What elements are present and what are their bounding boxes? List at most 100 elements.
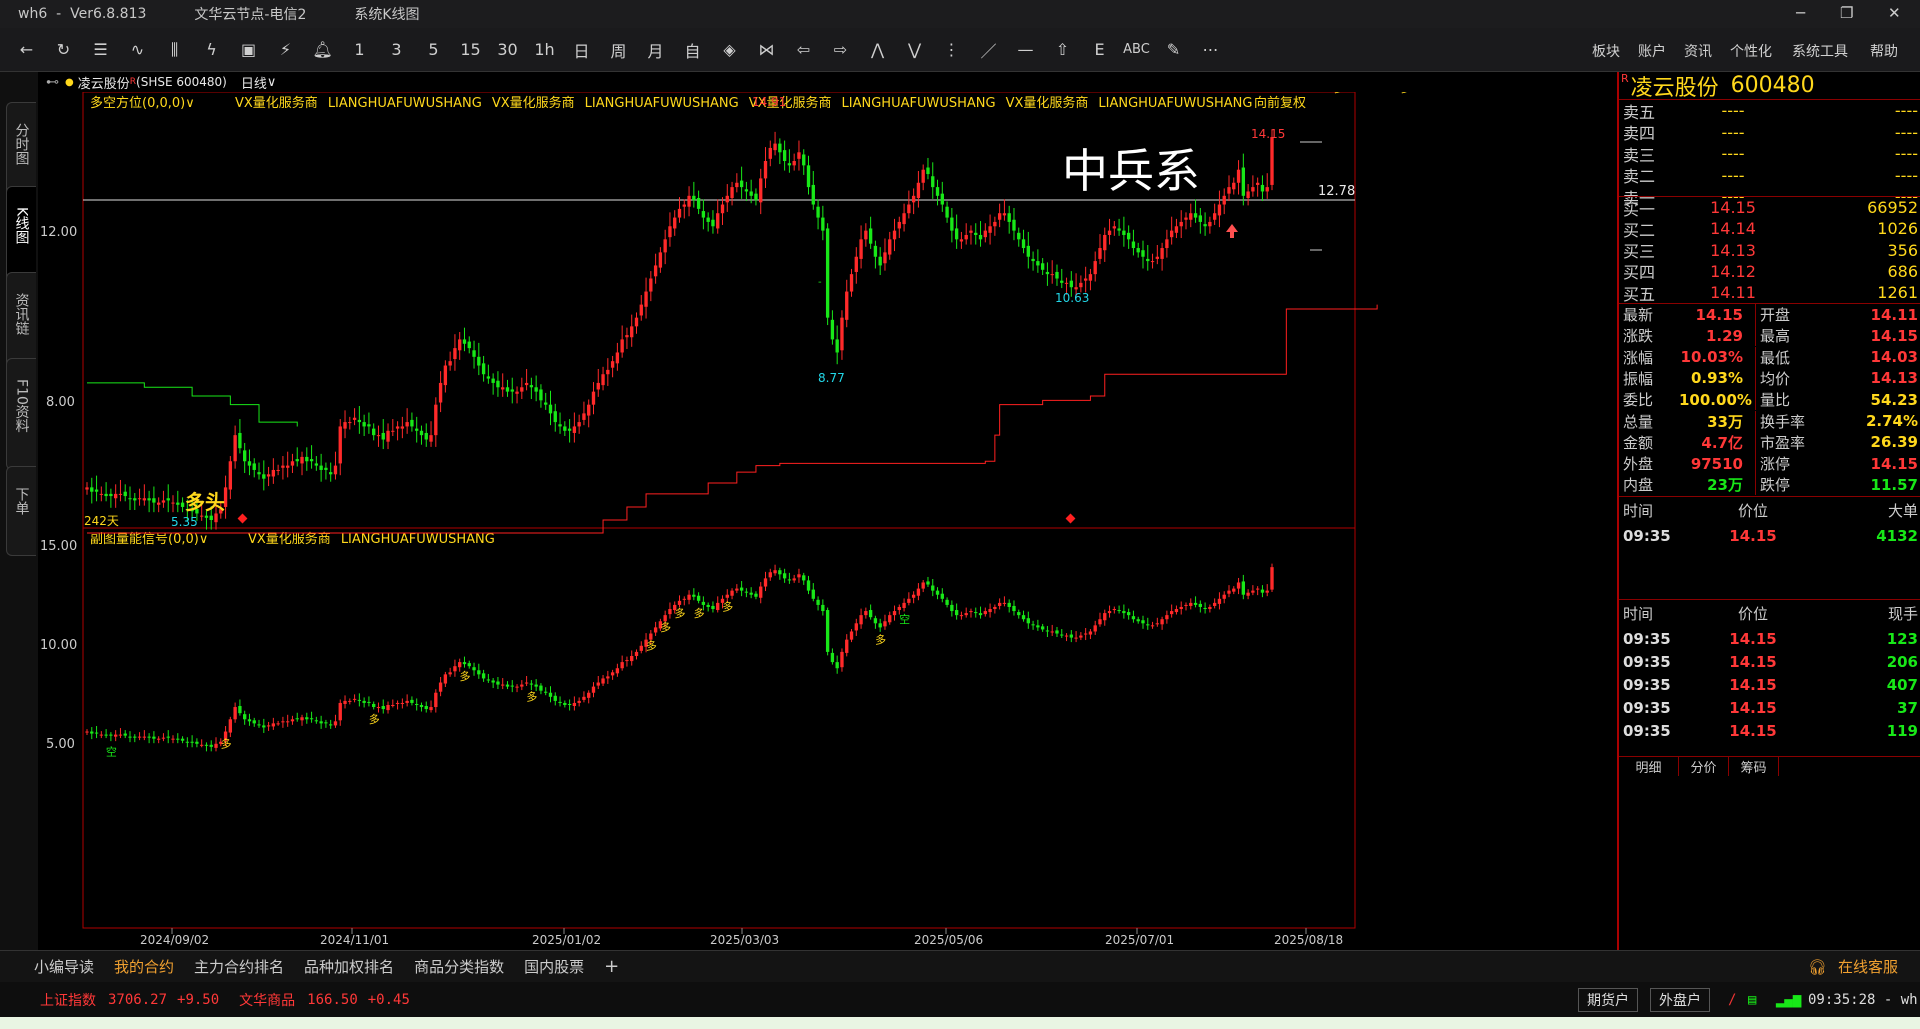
tool-0[interactable]: ◈ <box>711 40 748 59</box>
x-tick-label: 2025/03/03 <box>710 933 779 947</box>
tab-main-contract-rank[interactable]: 主力合约排名 <box>190 956 288 977</box>
tool-9[interactable]: ⇧ <box>1044 40 1081 59</box>
tick-chart-icon[interactable]: ϟ <box>193 40 230 59</box>
candle-body <box>997 213 1002 220</box>
table-row[interactable]: 09:35 14.15 119 <box>1623 718 1918 744</box>
tool-13[interactable]: ⋯ <box>1192 40 1229 59</box>
period-1[interactable]: 1 <box>341 40 378 59</box>
online-service-link[interactable]: 在线客服 <box>1838 956 1898 977</box>
flash-icon[interactable]: ⚡ <box>267 40 304 59</box>
tool-10[interactable]: E <box>1081 40 1118 59</box>
period-selector[interactable]: 日线 <box>241 73 267 92</box>
period-30[interactable]: 30 <box>489 40 526 59</box>
stat-label: 外盘 <box>1623 455 1654 474</box>
sub-candle-body <box>988 609 992 613</box>
grip-icon[interactable]: ⊷ <box>46 75 59 90</box>
tab-order[interactable]: 下单 <box>6 466 36 556</box>
ask-row[interactable]: 卖三 ---- ---- <box>1623 143 1918 165</box>
list-icon[interactable]: ☰ <box>82 40 119 59</box>
slash-icon: / <box>1728 991 1737 1008</box>
tool-1[interactable]: ⋈ <box>748 40 785 59</box>
tab-commodity-index[interactable]: 商品分类指数 <box>410 956 508 977</box>
sub-candle-body <box>1064 635 1069 637</box>
tab-price-dist[interactable]: 分价 <box>1679 757 1729 776</box>
candle-body <box>1064 282 1069 284</box>
foreign-account-button[interactable]: 外盘户 <box>1650 988 1710 1012</box>
bid-row[interactable]: 买三 14.13 356 <box>1623 240 1918 262</box>
sub-candle-body <box>362 700 366 703</box>
period-week[interactable]: 周 <box>600 38 637 62</box>
index1-name[interactable]: 上证指数 <box>40 990 96 1010</box>
tool-3[interactable]: ⇨ <box>822 40 859 59</box>
kline-chart[interactable]: 多空方位(0,0,0)∨ VX量化服务商 LIANGHUAFUWUSHANG VX量… <box>40 92 1617 950</box>
back-arrow-icon[interactable]: ← <box>8 40 45 59</box>
sub-candle-body <box>410 699 414 703</box>
bell-icon[interactable]: 🔔︎ <box>304 40 341 59</box>
candle-body <box>534 387 538 392</box>
tab-f10[interactable]: F10资料 <box>6 358 36 470</box>
bar-chart-icon[interactable]: ⫼ <box>156 40 193 60</box>
period-1h[interactable]: 1h <box>526 40 563 59</box>
terminal-icon[interactable]: ▤ <box>1748 992 1756 1008</box>
ask-row[interactable]: 卖四 ---- ---- <box>1623 122 1918 144</box>
tool-11[interactable]: ABC <box>1118 42 1155 57</box>
ask-row[interactable]: 卖五 ---- ---- <box>1623 100 1918 122</box>
sub-candle-body <box>333 721 338 726</box>
menu-account[interactable]: 账户 <box>1638 41 1666 61</box>
period-day[interactable]: 日 <box>563 38 600 62</box>
period-custom[interactable]: 自 <box>674 38 711 62</box>
period-5[interactable]: 5 <box>415 40 452 59</box>
menu-personalize[interactable]: 个性化 <box>1730 41 1772 61</box>
menu-system-tools[interactable]: 系统工具 <box>1792 41 1848 61</box>
restore-button[interactable]: ❐ <box>1840 4 1853 22</box>
tool-12[interactable]: ✎ <box>1155 40 1192 59</box>
menu-help[interactable]: 帮助 <box>1870 41 1898 61</box>
candle-body <box>768 147 772 159</box>
period-15[interactable]: 15 <box>452 40 489 59</box>
tab-news-chain[interactable]: 资讯链 <box>6 272 36 368</box>
menu-sector[interactable]: 板块 <box>1592 41 1620 61</box>
period-month[interactable]: 月 <box>637 38 674 62</box>
candle-body <box>515 391 519 394</box>
bid-row[interactable]: 买一 14.15 66952 <box>1623 197 1918 219</box>
line-chart-icon[interactable]: ∿ <box>119 40 156 59</box>
futures-account-button[interactable]: 期货户 <box>1578 988 1638 1012</box>
dashboard-icon[interactable]: ▣ <box>230 40 267 59</box>
candle-body <box>926 167 930 175</box>
sub-candle-body <box>142 736 147 738</box>
table-row[interactable]: 09:35 14.15 4132 <box>1623 523 1918 549</box>
sub-candle-body <box>544 691 548 693</box>
menu-news[interactable]: 资讯 <box>1684 41 1712 61</box>
chevron-down-icon[interactable]: ∨ <box>267 75 277 90</box>
period-3[interactable]: 3 <box>378 40 415 59</box>
bid-row[interactable]: 买二 14.14 1026 <box>1623 218 1918 240</box>
tool-5[interactable]: ⋁ <box>896 40 933 59</box>
stock-name[interactable]: 凌云股份 <box>78 73 130 92</box>
tab-weighted-rank[interactable]: 品种加权排名 <box>300 956 398 977</box>
headset-icon[interactable]: 🎧︎ <box>1808 958 1827 976</box>
tool-8[interactable]: — <box>1007 40 1044 59</box>
minimize-button[interactable]: ─ <box>1796 4 1805 22</box>
add-tab-button[interactable]: + <box>600 956 623 977</box>
ask-row[interactable]: 卖二 ---- ---- <box>1623 165 1918 187</box>
close-button[interactable]: ✕ <box>1888 4 1901 22</box>
tool-6[interactable]: ⋮ <box>933 40 970 59</box>
refresh-icon[interactable]: ↻ <box>45 40 82 59</box>
tool-2[interactable]: ⇦ <box>785 40 822 59</box>
tab-my-contracts[interactable]: 我的合约 <box>110 956 178 977</box>
tab-domestic-stocks[interactable]: 国内股票 <box>520 956 588 977</box>
bid-row[interactable]: 买四 14.12 686 <box>1623 261 1918 283</box>
tab-detail[interactable]: 明细 <box>1619 757 1679 776</box>
tab-timeshare[interactable]: 分时图 <box>6 102 36 198</box>
candle-body <box>171 502 175 504</box>
sub-candle-body <box>524 682 529 684</box>
sub-candle-body <box>395 702 400 704</box>
index2-name[interactable]: 文华商品 <box>239 990 295 1010</box>
tab-kline[interactable]: K线图 <box>6 186 36 282</box>
tab-chips[interactable]: 筹码 <box>1729 757 1779 776</box>
bid-row[interactable]: 买五 14.11 1261 <box>1623 282 1918 304</box>
tab-editor-guide[interactable]: 小编导读 <box>30 956 98 977</box>
tool-4[interactable]: ⋀ <box>859 40 896 59</box>
tool-7[interactable]: ／ <box>970 38 1007 62</box>
sub-candle-body <box>1050 631 1054 633</box>
